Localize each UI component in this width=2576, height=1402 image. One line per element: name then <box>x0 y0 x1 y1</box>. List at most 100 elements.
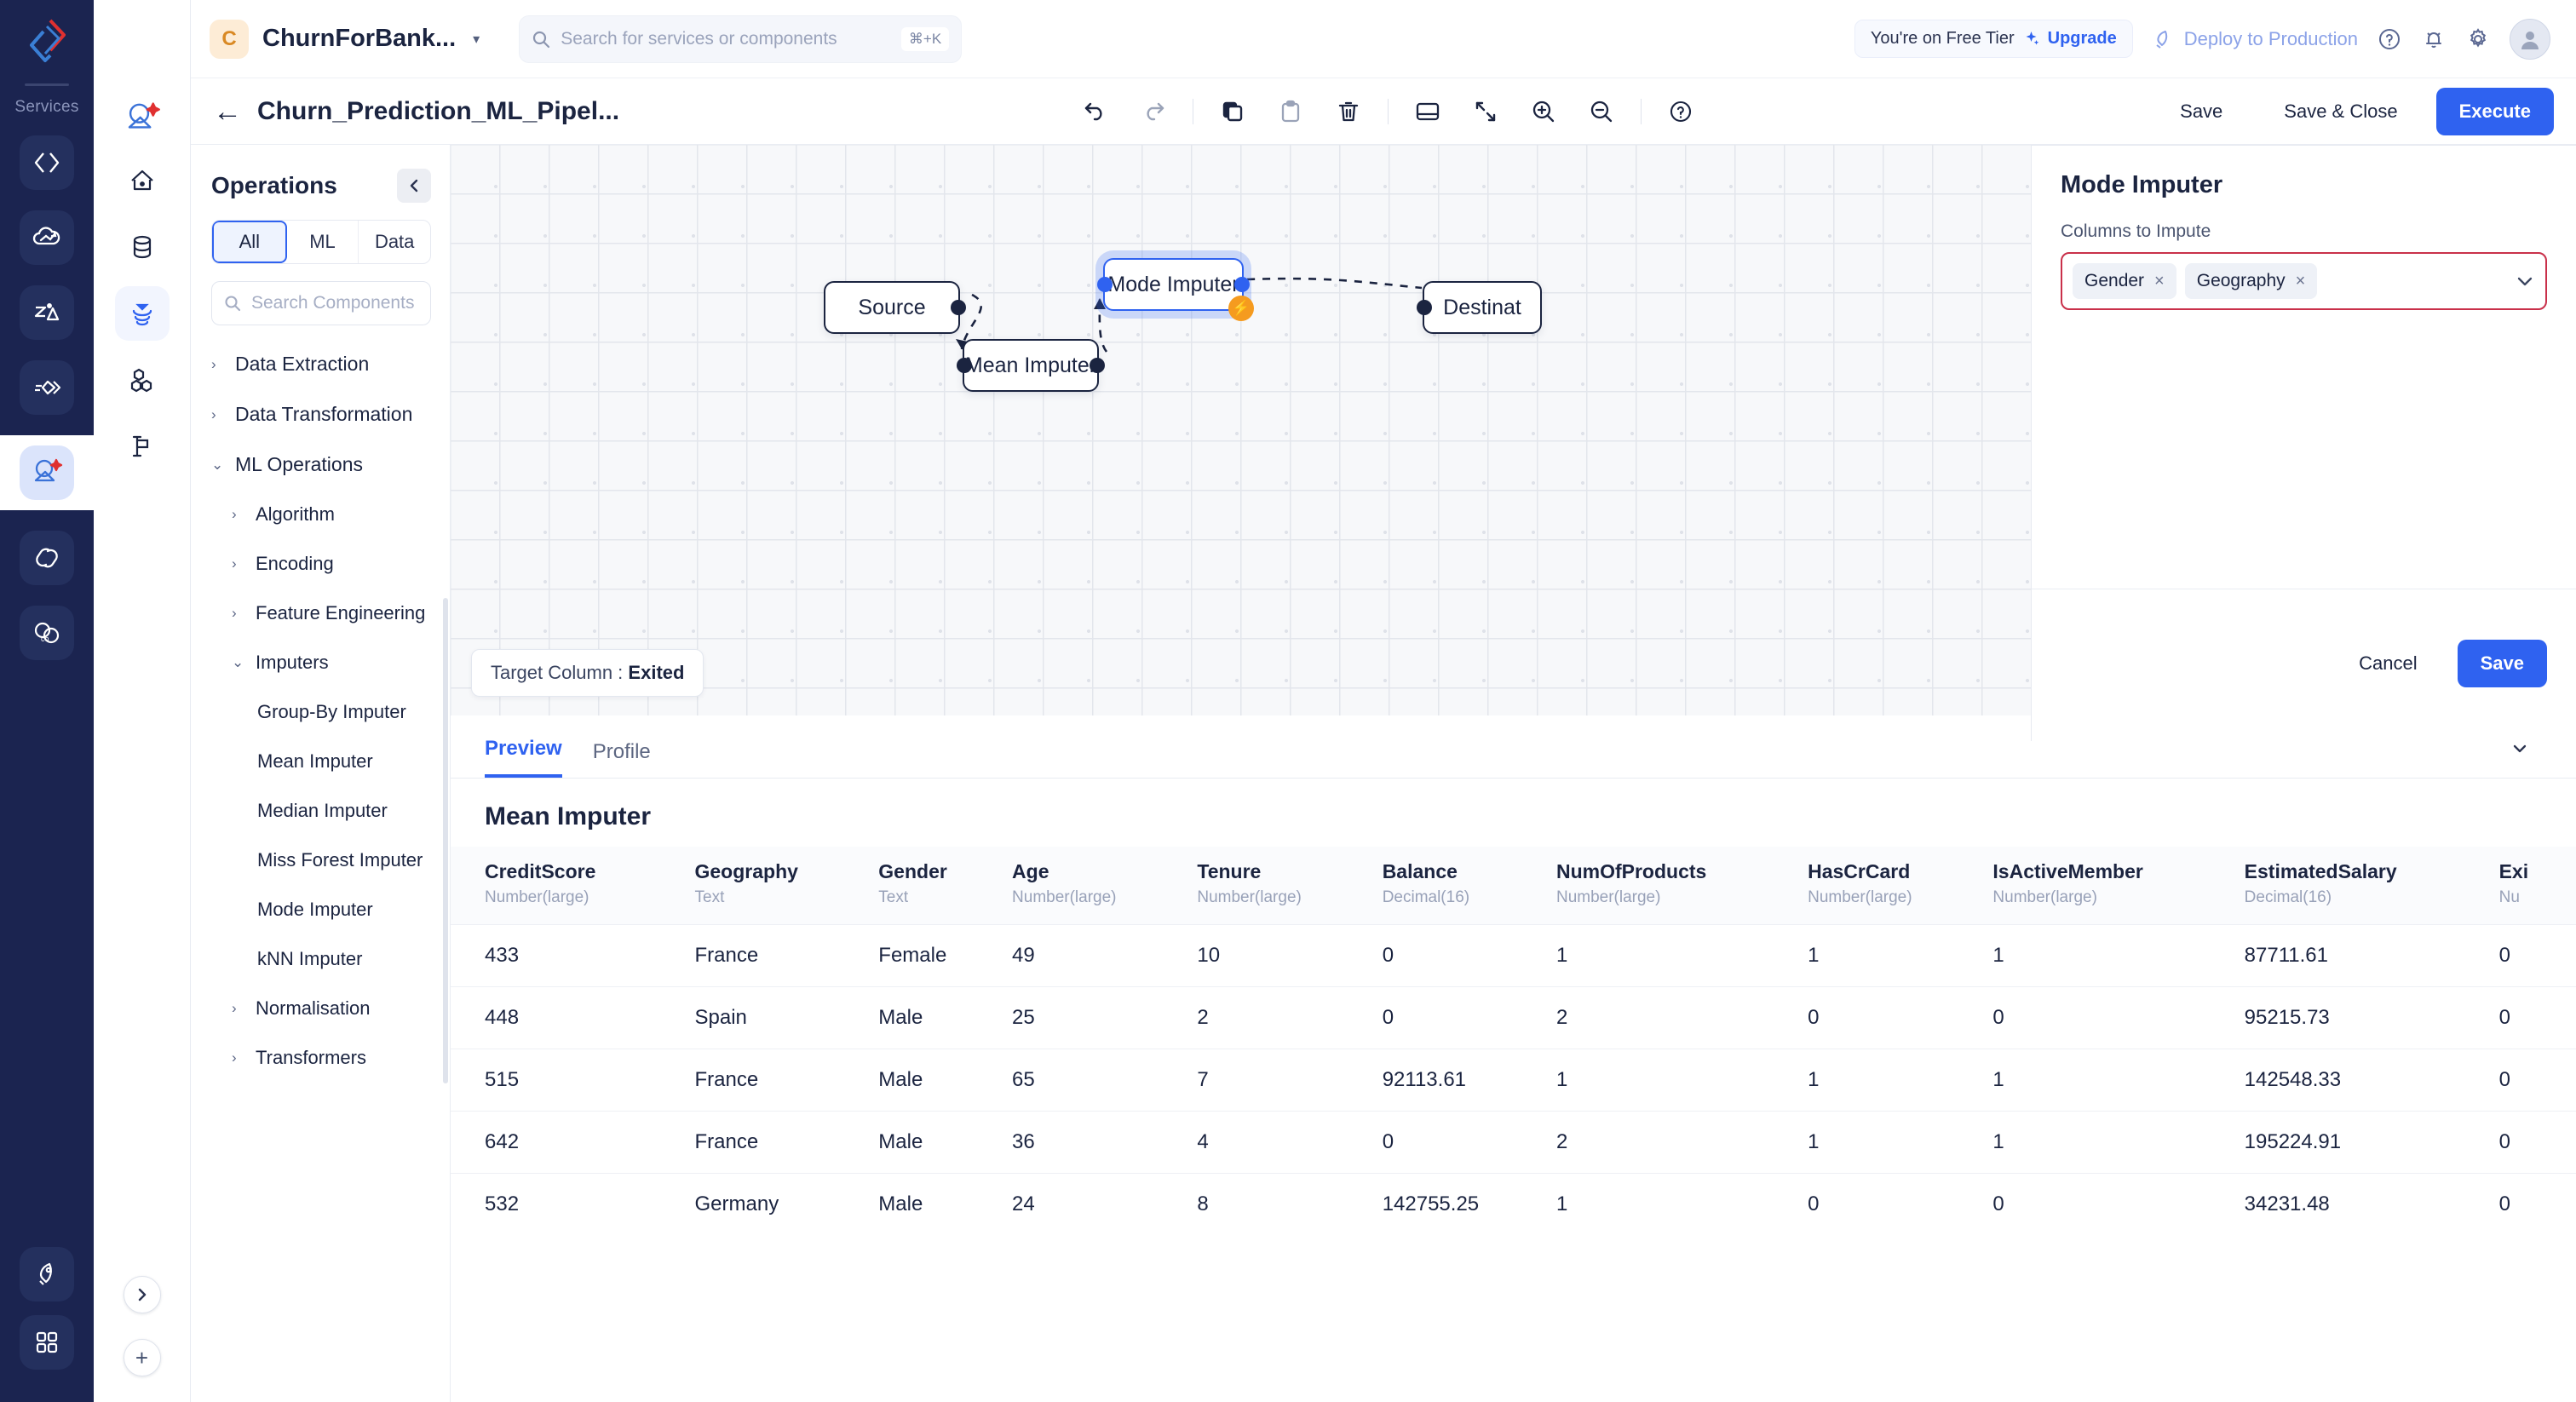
gear-icon[interactable] <box>2465 26 2491 52</box>
redo-icon[interactable] <box>1135 93 1172 130</box>
tree-node-transformers[interactable]: › Transformers <box>196 1033 441 1083</box>
tree-node-ml-operations[interactable]: ⌄ ML Operations <box>196 440 441 490</box>
table-cell: 515 <box>451 1049 695 1112</box>
code-service-icon[interactable] <box>20 135 74 190</box>
component-search[interactable] <box>211 281 431 325</box>
node-output-port[interactable] <box>1090 358 1105 373</box>
copy-icon[interactable] <box>1214 93 1251 130</box>
operations-header: Operations <box>191 145 450 216</box>
tree-node-mode-imputer[interactable]: Mode Imputer <box>196 885 441 934</box>
tier-badge[interactable]: You're on Free Tier Upgrade <box>1854 20 2133 58</box>
inspector-save-button[interactable]: Save <box>2458 640 2547 687</box>
tree-node-knn-imputer[interactable]: kNN Imputer <box>196 934 441 984</box>
chip-remove-icon[interactable]: × <box>2296 272 2306 291</box>
tree-node-data-extraction[interactable]: › Data Extraction <box>196 339 441 389</box>
node-input-port[interactable] <box>1097 277 1113 292</box>
analytics-icon[interactable] <box>20 285 74 340</box>
chip-geography[interactable]: Geography × <box>2185 263 2318 299</box>
node-output-port[interactable] <box>951 300 966 315</box>
sidebar-item-models[interactable] <box>115 353 170 407</box>
sidebar-item-experiments[interactable] <box>115 419 170 474</box>
help-circle-icon[interactable] <box>1662 93 1699 130</box>
copilot-icon[interactable]: co <box>20 606 74 660</box>
canvas-node-mean-imputer[interactable]: Mean Imputer <box>963 339 1099 392</box>
add-new-button[interactable]: + <box>124 1339 161 1376</box>
toolbar-divider <box>1388 99 1389 124</box>
undo-icon[interactable] <box>1077 93 1114 130</box>
target-column-badge[interactable]: Target Column : Exited <box>471 649 704 697</box>
tab-profile[interactable]: Profile <box>593 740 651 778</box>
global-search[interactable]: ⌘+K <box>519 15 962 63</box>
table-cell: 1 <box>1556 1049 1808 1112</box>
zoom-in-icon[interactable] <box>1525 93 1562 130</box>
fullscreen-icon[interactable] <box>1467 93 1504 130</box>
project-name: ChurnForBank... <box>262 25 456 53</box>
filter-ml[interactable]: ML <box>287 221 359 263</box>
table-cell: 532 <box>451 1174 695 1236</box>
column-name: Exi <box>2499 860 2529 882</box>
apps-grid-icon[interactable] <box>20 1315 74 1370</box>
zoom-out-icon[interactable] <box>1583 93 1620 130</box>
canvas-node-destination[interactable]: Destinat <box>1423 281 1542 334</box>
back-button[interactable]: ← <box>213 97 242 126</box>
table-head: CreditScore Number(large) Geography Text… <box>451 847 2576 925</box>
tree-node-algorithm[interactable]: › Algorithm <box>196 490 441 539</box>
integration-icon[interactable] <box>20 360 74 415</box>
minimap-icon[interactable] <box>1409 93 1446 130</box>
ml-studio-icon[interactable] <box>20 445 74 500</box>
search-input[interactable] <box>561 29 891 49</box>
save-and-close-button[interactable]: Save & Close <box>2261 88 2420 135</box>
trash-icon[interactable] <box>1330 93 1367 130</box>
bell-icon[interactable] <box>2421 26 2447 52</box>
execute-button[interactable]: Execute <box>2436 88 2554 135</box>
collapse-operations-button[interactable] <box>397 169 431 203</box>
filter-all[interactable]: All <box>212 221 287 263</box>
sidebar-item-pipelines[interactable] <box>115 286 170 341</box>
table-row[interactable]: 532 Germany Male 24 8 142755.25 1 0 0 <box>451 1174 2576 1236</box>
tab-preview[interactable]: Preview <box>485 737 562 778</box>
help-circle-icon[interactable] <box>2377 26 2402 52</box>
expand-panel-button[interactable] <box>124 1276 161 1313</box>
tree-node-encoding[interactable]: › Encoding <box>196 539 441 589</box>
sidebar-item-home[interactable] <box>115 153 170 208</box>
operations-scrollbar[interactable] <box>443 598 448 1083</box>
chip-remove-icon[interactable]: × <box>2154 272 2165 291</box>
avatar[interactable] <box>2510 19 2550 60</box>
cancel-button[interactable]: Cancel <box>2336 640 2440 687</box>
project-switcher-caret-icon[interactable]: ▾ <box>473 31 480 48</box>
table-cell: 1 <box>1992 1112 2244 1174</box>
link-service-icon[interactable] <box>20 531 74 585</box>
tree-node-data-transformation[interactable]: › Data Transformation <box>196 389 441 440</box>
table-row[interactable]: 515 France Male 65 7 92113.61 1 1 1 14 <box>451 1049 2576 1112</box>
node-output-port[interactable] <box>1234 277 1250 292</box>
columns-to-impute-multiselect[interactable]: Gender × Geography × <box>2061 252 2547 310</box>
node-input-port[interactable] <box>1417 300 1432 315</box>
filter-data[interactable]: Data <box>359 221 430 263</box>
top-bar-right: You're on Free Tier Upgrade <box>1854 19 2550 60</box>
upgrade-link[interactable]: Upgrade <box>2048 29 2117 49</box>
tree-node-normalisation[interactable]: › Normalisation <box>196 984 441 1033</box>
canvas-node-mode-imputer[interactable]: Mode Imputer ⚡ <box>1103 258 1244 311</box>
sidebar-item-data-sources[interactable] <box>115 220 170 274</box>
cloud-deploy-icon[interactable] <box>20 210 74 265</box>
tree-node-mean-imputer[interactable]: Mean Imputer <box>196 737 441 786</box>
tree-node-median-imputer[interactable]: Median Imputer <box>196 786 441 836</box>
tree-node-group-by-imputer[interactable]: Group-By Imputer <box>196 687 441 737</box>
table-row[interactable]: 642 France Male 36 4 0 2 1 1 195224.91 <box>451 1112 2576 1174</box>
chip-gender[interactable]: Gender × <box>2073 263 2176 299</box>
save-button[interactable]: Save <box>2157 88 2245 135</box>
canvas-node-source[interactable]: Source <box>824 281 960 334</box>
table-row[interactable]: 448 Spain Male 25 2 0 2 0 0 95215.73 <box>451 987 2576 1049</box>
node-input-port[interactable] <box>957 358 972 373</box>
component-search-input[interactable] <box>251 293 418 313</box>
table-row[interactable]: 433 France Female 49 10 0 1 1 1 87711. <box>451 925 2576 987</box>
tree-node-feature-engineering[interactable]: › Feature Engineering <box>196 589 441 638</box>
rocket-launch-icon[interactable] <box>20 1247 74 1301</box>
preview-table-wrap[interactable]: CreditScore Number(large) Geography Text… <box>451 847 2576 1402</box>
paste-icon[interactable] <box>1272 93 1309 130</box>
tree-node-miss-forest-imputer[interactable]: Miss Forest Imputer <box>196 836 441 885</box>
deploy-to-production-button[interactable]: Deploy to Production <box>2152 28 2358 50</box>
chevron-down-icon[interactable] <box>2515 273 2535 289</box>
table-cell: Male <box>878 987 1012 1049</box>
tree-node-imputers[interactable]: ⌄ Imputers <box>196 638 441 687</box>
